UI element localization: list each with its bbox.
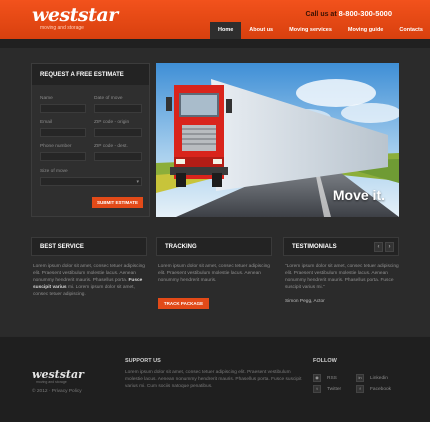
size-of-move-label: Size of move bbox=[40, 169, 68, 174]
date-of-move-field[interactable] bbox=[94, 104, 142, 113]
email-label: Email bbox=[40, 120, 52, 125]
footer-logo-text: weststar bbox=[32, 368, 84, 381]
zip-origin-field[interactable] bbox=[94, 128, 142, 137]
copyright[interactable]: © 2012 · Privacy Policy bbox=[32, 389, 82, 394]
follow-title: FOLLOW bbox=[313, 358, 337, 364]
testimonials-title-text: TESTIMONIALS bbox=[292, 244, 337, 250]
best-service-text: Lorem ipsum dolor sit amet, consec tetue… bbox=[31, 256, 147, 298]
chevron-right-icon[interactable]: › bbox=[385, 242, 394, 252]
estimate-title: REQUEST A FREE ESTIMATE bbox=[32, 64, 149, 85]
phone-label: Phone number bbox=[40, 144, 72, 149]
facebook-icon: f bbox=[356, 385, 364, 393]
logo-text: weststar bbox=[32, 4, 118, 26]
site-footer: weststar moving and storage © 2012 · Pri… bbox=[0, 336, 430, 422]
testimonials-title: TESTIMONIALS ‹ › bbox=[283, 237, 399, 256]
date-of-move-label: Date of move bbox=[94, 96, 123, 101]
zip-origin-label: ZIP code - origin bbox=[94, 120, 130, 125]
hero-banner: Move it. bbox=[156, 63, 399, 217]
main-nav: Home About us Moving services Moving gui… bbox=[210, 22, 430, 39]
support-us-title: SUPPORT US bbox=[125, 358, 161, 364]
testimonials-section: TESTIMONIALS ‹ › "Lorem ipsum dolor sit … bbox=[283, 237, 399, 304]
follow-rss[interactable]: ◉ RSS bbox=[313, 374, 337, 382]
track-package-button[interactable]: TRACK PACKAGE bbox=[158, 298, 209, 309]
follow-twitter-label: Twitter bbox=[327, 386, 342, 392]
chevron-left-icon[interactable]: ‹ bbox=[374, 242, 383, 252]
nav-about-us[interactable]: About us bbox=[241, 22, 281, 39]
best-service-title: BEST SERVICE bbox=[31, 237, 147, 256]
header-shadow-strip bbox=[0, 39, 430, 48]
name-field[interactable] bbox=[40, 104, 86, 113]
best-service-section: BEST SERVICE Lorem ipsum dolor sit amet,… bbox=[31, 237, 147, 298]
tracking-title: TRACKING bbox=[156, 237, 272, 256]
estimate-form: REQUEST A FREE ESTIMATE Name Date of mov… bbox=[31, 63, 150, 217]
follow-twitter[interactable]: t Twitter bbox=[313, 385, 341, 393]
zip-dest-field[interactable] bbox=[94, 152, 142, 161]
phone-number: 8-800-300-5000 bbox=[338, 9, 392, 18]
footer-logo[interactable]: weststar moving and storage bbox=[32, 369, 84, 384]
email-field[interactable] bbox=[40, 128, 86, 137]
logo[interactable]: weststar moving and storage bbox=[32, 4, 118, 32]
twitter-icon: t bbox=[313, 385, 321, 393]
site-header: weststar moving and storage Call us at 8… bbox=[0, 0, 430, 39]
call-label: Call us at bbox=[305, 11, 337, 18]
tracking-section: TRACKING Lorem ipsum dolor sit amet, con… bbox=[156, 237, 272, 317]
nav-home[interactable]: Home bbox=[210, 22, 242, 39]
nav-moving-guide[interactable]: Moving guide bbox=[340, 22, 391, 39]
follow-linkedin-label: Linkedin bbox=[370, 375, 388, 381]
size-of-move-select[interactable]: ▾ bbox=[40, 177, 142, 186]
support-us-text: Lorem ipsum dolor sit amet, consec tetue… bbox=[125, 370, 302, 389]
follow-linkedin[interactable]: in Linkedin bbox=[356, 374, 388, 382]
testimonial-arrows: ‹ › bbox=[374, 242, 394, 252]
follow-rss-label: RSS bbox=[327, 375, 337, 381]
testimonial-author: Simon Pegg, Actor bbox=[285, 299, 325, 304]
tracking-text: Lorem ipsum dolor sit amet, consec tetue… bbox=[158, 264, 270, 283]
linkedin-icon: in bbox=[356, 374, 364, 382]
zip-dest-label: ZIP code - dest. bbox=[94, 144, 128, 149]
name-label: Name bbox=[40, 96, 53, 101]
follow-facebook[interactable]: f Facebook bbox=[356, 385, 391, 393]
follow-facebook-label: Facebook bbox=[370, 386, 392, 392]
testimonial-text: "Lorem ipsum dolor sit amet, consec tetu… bbox=[285, 264, 399, 290]
phone-field[interactable] bbox=[40, 152, 86, 161]
chevron-down-icon: ▾ bbox=[136, 179, 139, 185]
nav-contacts[interactable]: Contacts bbox=[391, 22, 430, 39]
call-us: Call us at 8-800-300-5000 bbox=[306, 9, 392, 18]
submit-estimate-button[interactable]: SUBMIT ESTIMATE bbox=[92, 197, 143, 208]
hero-caption: Move it. bbox=[332, 187, 385, 203]
nav-moving-services[interactable]: Moving services bbox=[281, 22, 340, 39]
rss-icon: ◉ bbox=[313, 374, 321, 382]
